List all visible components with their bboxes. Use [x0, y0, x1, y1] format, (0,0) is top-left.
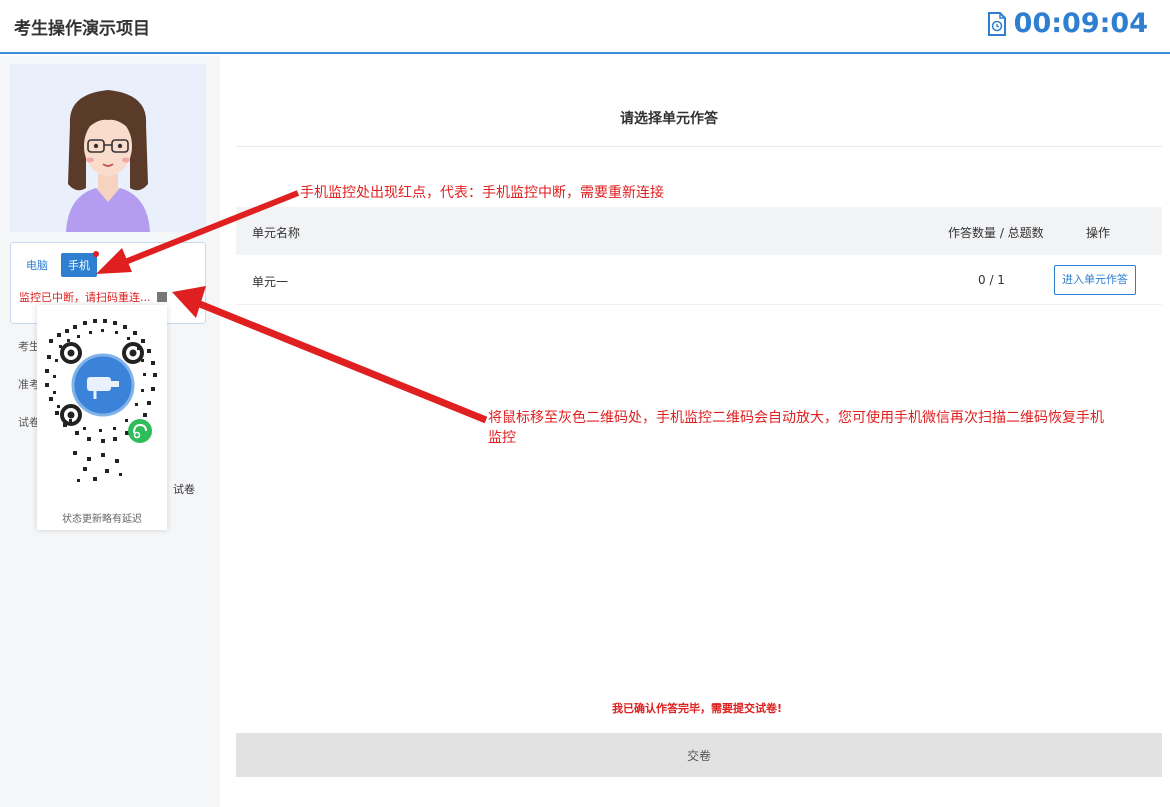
arrow-head-icon-2	[172, 286, 206, 318]
annotation-qr: 将鼠标移至灰色二维码处，手机监控二维码会自动放大，您可使用手机微信再次扫描二维码…	[488, 410, 1104, 446]
arrow-head-icon	[96, 248, 132, 274]
arrow-to-qr-icon	[188, 296, 488, 424]
arrow-to-red-dot-icon	[108, 190, 300, 271]
annotation-red-dot: 手机监控处出现红点，代表：手机监控中断，需要重新连接	[300, 185, 664, 201]
annotation-arrows	[96, 190, 488, 424]
